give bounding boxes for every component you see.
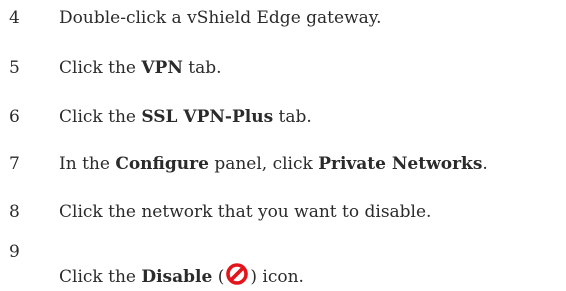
ui-label-vpn: VPN: [141, 58, 183, 78]
step-4: 4 Double-click a vShield Edge gateway.: [0, 0, 566, 40]
step-text: Click the SSL VPN-Plus tab.: [59, 107, 312, 127]
step-text-part: Click the: [59, 267, 142, 287]
step-text-part: ) icon.: [250, 267, 304, 287]
procedure-steps: 4 Double-click a vShield Edge gateway. 5…: [0, 0, 566, 290]
step-text-part: tab.: [182, 58, 222, 78]
disable-icon: [225, 262, 249, 286]
step-text: Click the network that you want to disab…: [59, 202, 431, 222]
step-text: Double-click a vShield Edge gateway.: [59, 8, 382, 28]
step-8: 8 Click the network that you want to dis…: [0, 192, 566, 232]
step-text-part: panel, click: [208, 154, 319, 174]
step-5: 5 Click the VPN tab.: [0, 48, 566, 88]
step-text-part: .: [482, 154, 488, 174]
step-text: In the Configure panel, click Private Ne…: [59, 154, 488, 174]
ui-label-disable: Disable: [141, 267, 213, 287]
step-text-part: Double-click a vShield Edge gateway.: [59, 8, 382, 28]
step-text-part: tab.: [273, 107, 312, 127]
ui-label-ssl-vpn-plus: SSL VPN-Plus: [141, 107, 274, 127]
ui-label-configure: Configure: [115, 154, 209, 174]
step-text-part: Click the network that you want to disab…: [59, 202, 432, 222]
step-9: 9 Click the Disable ( ) icon.: [0, 240, 566, 290]
step-number: 8: [9, 202, 20, 222]
step-6: 6 Click the SSL VPN-Plus tab.: [0, 96, 566, 136]
step-number: 7: [9, 154, 20, 174]
step-number: 9: [9, 242, 20, 262]
step-number: 5: [9, 58, 20, 78]
ui-label-private-networks: Private Networks: [318, 154, 483, 174]
step-text: Click the VPN tab.: [59, 58, 222, 78]
step-text-part: (: [212, 267, 225, 287]
step-7: 7 In the Configure panel, click Private …: [0, 144, 566, 184]
step-text-part: Click the: [59, 58, 142, 78]
step-text-part: In the: [59, 154, 116, 174]
step-number: 6: [9, 107, 20, 127]
step-text: Click the Disable ( ) icon.: [59, 262, 304, 287]
step-text-part: Click the: [59, 107, 142, 127]
step-number: 4: [9, 8, 20, 28]
